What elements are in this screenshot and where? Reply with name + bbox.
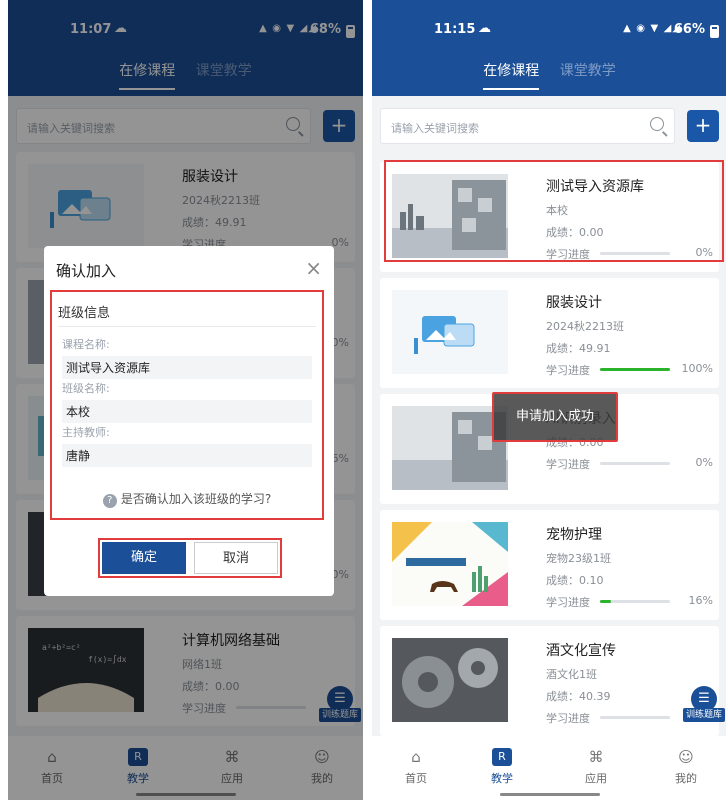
course-class: 2024秋2213班 bbox=[546, 320, 624, 333]
confirm-question: ? 是否确认加入该班级的学习? bbox=[52, 490, 322, 508]
course-class: 宠物23级1班 bbox=[546, 552, 611, 565]
left-screen: 11:07 ☁ ▲ ◉ ▼ ◢◢ 68% 在修课程 课堂教学 请输入关键词搜索 … bbox=[8, 0, 363, 800]
status-icons: ▲ ◉ ▼ ◢◢ bbox=[623, 23, 681, 34]
progress-percent: 0% bbox=[695, 456, 713, 469]
nav-teaching[interactable]: R 教学 bbox=[472, 748, 532, 786]
apps-icon: ⌘ bbox=[588, 748, 604, 766]
teacher-label: 主持教师: bbox=[62, 426, 110, 439]
search-row: 请输入关键词搜索 + bbox=[380, 108, 719, 144]
progress-bar bbox=[600, 462, 670, 465]
confirm-question-text: 是否确认加入该班级的学习? bbox=[120, 492, 272, 506]
class-info-section: 班级信息 课程名称: 测试导入资源库 班级名称: 本校 主持教师: 唐静 ? 是否… bbox=[50, 290, 324, 520]
new-course-highlight bbox=[384, 160, 724, 262]
course-thumbnail bbox=[392, 638, 508, 722]
teacher-field: 主持教师: 唐静 bbox=[62, 424, 312, 467]
search-placeholder: 请输入关键词搜索 bbox=[391, 122, 479, 135]
user-icon: ☺ bbox=[678, 748, 694, 766]
progress-percent: 16% bbox=[688, 594, 713, 607]
teaching-icon: R bbox=[492, 748, 512, 766]
progress-percent: 100% bbox=[681, 362, 713, 375]
search-input[interactable]: 请输入关键词搜索 bbox=[380, 108, 675, 144]
close-icon[interactable]: × bbox=[305, 256, 322, 280]
course-name-field: 课程名称: 测试导入资源库 bbox=[62, 336, 312, 379]
course-title: 酒文化宣传 bbox=[546, 643, 616, 659]
teacher-value: 唐静 bbox=[62, 444, 312, 467]
nav-mine[interactable]: ☺ 我的 bbox=[656, 748, 716, 786]
nav-apps[interactable]: ⌘ 应用 bbox=[566, 748, 626, 786]
course-thumbnail bbox=[392, 522, 508, 606]
progress-label: 学习进度 bbox=[546, 712, 590, 725]
course-tabs: 在修课程 课堂教学 bbox=[372, 60, 726, 90]
course-card[interactable]: 宠物护理 宠物23级1班 成绩：0.10 学习进度 16% bbox=[380, 510, 719, 620]
nav-home[interactable]: ⌂ 首页 bbox=[386, 748, 446, 786]
section-title: 班级信息 bbox=[58, 306, 111, 321]
progress-bar bbox=[600, 600, 670, 603]
confirm-join-dialog: 确认加入 × 班级信息 课程名称: 测试导入资源库 班级名称: 本校 主持教师:… bbox=[44, 246, 334, 596]
cancel-button[interactable]: 取消 bbox=[194, 542, 278, 574]
progress-label: 学习进度 bbox=[546, 364, 590, 377]
progress-label: 学习进度 bbox=[546, 596, 590, 609]
success-toast: 申请加入成功 bbox=[492, 392, 618, 442]
course-score: 成绩：49.91 bbox=[546, 342, 611, 355]
add-course-button[interactable]: + bbox=[687, 110, 719, 142]
home-icon: ⌂ bbox=[411, 748, 421, 766]
course-name-label: 课程名称: bbox=[62, 338, 110, 351]
status-time: 11:15 bbox=[434, 22, 476, 37]
progress-label: 学习进度 bbox=[546, 458, 590, 471]
nav-home-label: 首页 bbox=[405, 772, 427, 785]
class-name-field: 班级名称: 本校 bbox=[62, 380, 312, 423]
nav-teaching-label: 教学 bbox=[491, 772, 513, 785]
battery-icon bbox=[710, 25, 719, 38]
course-progress: 学习进度 0% bbox=[546, 456, 713, 471]
question-icon: ? bbox=[102, 494, 117, 508]
course-score: 成绩：0.10 bbox=[546, 574, 604, 587]
home-indicator bbox=[499, 793, 600, 796]
progress-bar bbox=[600, 716, 670, 719]
course-thumbnail bbox=[392, 406, 508, 490]
course-card[interactable]: 服装设计 2024秋2213班 成绩：49.91 学习进度 100% bbox=[380, 278, 719, 388]
right-screen: 11:15 ☁ ▲ ◉ ▼ ◢◢ 66% 在修课程 课堂教学 请输入关键词搜索 … bbox=[372, 0, 726, 800]
course-title: 宠物护理 bbox=[546, 527, 602, 543]
class-name-label: 班级名称: bbox=[62, 382, 110, 395]
confirm-button[interactable]: 确定 bbox=[102, 542, 186, 574]
class-name-value: 本校 bbox=[62, 400, 312, 423]
course-progress: 学习进度 100% bbox=[546, 362, 713, 377]
battery-text: 66% bbox=[673, 22, 705, 37]
divider bbox=[58, 326, 316, 327]
search-icon[interactable] bbox=[650, 117, 664, 131]
bottom-nav: ⌂ 首页 R 教学 ⌘ 应用 ☺ 我的 bbox=[372, 736, 726, 800]
course-title: 服装设计 bbox=[546, 295, 602, 311]
status-bar: 11:15 ☁ ▲ ◉ ▼ ◢◢ 66% bbox=[372, 20, 726, 44]
tab-classroom[interactable]: 课堂教学 bbox=[560, 60, 616, 88]
practice-bank-label: 训练题库 bbox=[683, 708, 725, 722]
course-thumbnail bbox=[392, 290, 508, 374]
header-bar: 11:15 ☁ ▲ ◉ ▼ ◢◢ 66% 在修课程 课堂教学 bbox=[372, 0, 726, 96]
course-info: 宠物护理 宠物23级1班 成绩：0.10 学习进度 16% bbox=[546, 524, 713, 609]
nav-mine-label: 我的 bbox=[675, 772, 697, 785]
course-class: 酒文化1班 bbox=[546, 668, 597, 681]
cloud-icon: ☁ bbox=[478, 21, 491, 36]
nav-apps-label: 应用 bbox=[585, 772, 607, 785]
course-card[interactable]: 酒文化宣传 酒文化1班 成绩：40.39 学习进度 bbox=[380, 626, 719, 736]
dialog-title: 确认加入 bbox=[56, 262, 117, 280]
tab-current-courses[interactable]: 在修课程 bbox=[483, 60, 540, 90]
practice-bank-button[interactable]: ☰ 训练题库 bbox=[683, 686, 725, 730]
progress-bar bbox=[600, 368, 670, 371]
course-name-value: 测试导入资源库 bbox=[62, 356, 312, 379]
dialog-actions: 确定 取消 bbox=[98, 538, 282, 578]
course-info: 服装设计 2024秋2213班 成绩：49.91 学习进度 100% bbox=[546, 292, 713, 377]
course-progress: 学习进度 16% bbox=[546, 594, 713, 609]
